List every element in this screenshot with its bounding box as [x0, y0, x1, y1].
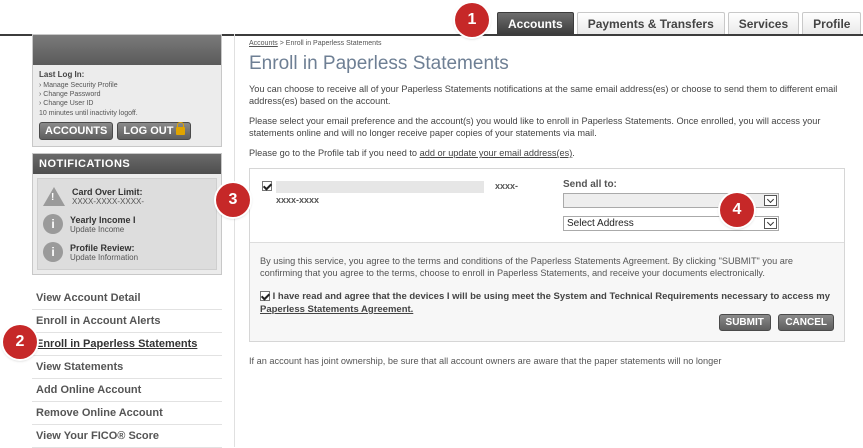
notifications-box: NOTIFICATIONS ! Card Over Limit: XXXX-XX… [32, 153, 222, 275]
tab-profile[interactable]: Profile [802, 12, 862, 34]
submit-button[interactable]: SUBMIT [718, 314, 771, 331]
cancel-button[interactable]: CANCEL [778, 314, 834, 331]
notification-title: Yearly Income I [70, 214, 136, 225]
step-badge-4: 4 [720, 193, 754, 227]
notification-card-over-limit[interactable]: ! Card Over Limit: XXXX-XXXX-XXXX- [38, 182, 216, 210]
tab-accounts[interactable]: Accounts [497, 12, 574, 34]
chevron-down-icon [764, 218, 777, 229]
change-user-id-link[interactable]: Change User ID [39, 99, 215, 108]
notifications-title: NOTIFICATIONS [33, 154, 221, 174]
lock-icon [176, 122, 186, 135]
notification-profile-review[interactable]: i Profile Review: Update Information [38, 238, 216, 266]
change-password-link[interactable]: Change Password [39, 90, 215, 99]
paperless-agreement-link[interactable]: Paperless Statements Agreement. [260, 304, 413, 315]
logout-label: LOG OUT [123, 125, 174, 137]
login-info-box: Last Log In: Manage Security Profile Cha… [32, 34, 222, 147]
agreement-checkbox[interactable] [260, 291, 270, 302]
sidebar-item-view-fico-score[interactable]: View Your FICO® Score [32, 425, 222, 448]
sidebar-divider [234, 34, 235, 447]
warning-icon: ! [43, 186, 65, 206]
logout-button[interactable]: LOG OUT [117, 122, 192, 140]
notification-yearly-income[interactable]: i Yearly Income I Update Income [38, 210, 216, 238]
account-name-redacted [276, 181, 484, 193]
manage-security-profile-link[interactable]: Manage Security Profile [39, 81, 215, 90]
sidebar: Last Log In: Manage Security Profile Cha… [32, 34, 222, 448]
intro-paragraph: You can choose to receive all of your Pa… [249, 84, 838, 106]
agreement-text: I have read and agree that the devices I… [272, 291, 831, 302]
sidebar-item-remove-online-account[interactable]: Remove Online Account [32, 402, 222, 425]
notification-sub: XXXX-XXXX-XXXX- [72, 196, 145, 206]
send-all-label: Send all to: [563, 179, 617, 190]
accounts-button[interactable]: ACCOUNTS [39, 122, 114, 140]
sidebar-item-view-account-detail[interactable]: View Account Detail [32, 287, 222, 310]
sidebar-nav: View Account Detail Enroll in Account Al… [32, 287, 222, 448]
profile-paragraph-text: Please go to the Profile tab if you need… [249, 148, 420, 158]
step-badge-1: 1 [455, 3, 489, 37]
terms-text: By using this service, you agree to the … [260, 256, 794, 278]
login-banner [33, 35, 221, 65]
info-icon: i [43, 242, 63, 262]
top-nav: Accounts Payments & Transfers Services P… [497, 12, 862, 34]
main-content: Accounts > Enroll in Paperless Statement… [249, 40, 849, 366]
info-icon: i [43, 214, 63, 234]
profile-paragraph: Please go to the Profile tab if you need… [249, 147, 849, 159]
account-selection: xxxx- xxxx-xxxx Send all to: Select Addr… [250, 169, 844, 243]
sidebar-item-enroll-paperless-statements[interactable]: Enroll in Paperless Statements [32, 333, 222, 356]
joint-ownership-note: If an account has joint ownership, be su… [249, 356, 722, 366]
breadcrumb-accounts-link[interactable]: Accounts [249, 40, 278, 47]
page-title: Enroll in Paperless Statements [249, 53, 509, 74]
breadcrumb-separator: > [279, 40, 284, 47]
notification-title: Card Over Limit: [72, 186, 143, 197]
breadcrumb-current: Enroll in Paperless Statements [285, 40, 382, 47]
notification-sub: Update Information [70, 252, 139, 262]
tab-services[interactable]: Services [727, 12, 800, 34]
last-login-label: Last Log In: [39, 70, 85, 79]
account-checkbox[interactable] [262, 181, 272, 191]
chevron-down-icon [764, 195, 777, 206]
breadcrumb: Accounts > Enroll in Paperless Statement… [249, 40, 849, 47]
notification-sub: Update Income [70, 224, 125, 234]
update-email-link[interactable]: add or update your email address(es) [420, 148, 573, 158]
inactivity-timeout: 10 minutes until inactivity logoff. [39, 110, 138, 117]
profile-paragraph-end: . [572, 148, 575, 158]
sidebar-item-add-online-account[interactable]: Add Online Account [32, 379, 222, 402]
address-select-value: Select Address [567, 218, 634, 229]
step-badge-2: 2 [3, 325, 37, 359]
sidebar-item-enroll-account-alerts[interactable]: Enroll in Account Alerts [32, 310, 222, 333]
sidebar-item-view-statements[interactable]: View Statements [32, 356, 222, 379]
enroll-panel: xxxx- xxxx-xxxx Send all to: Select Addr… [249, 168, 845, 342]
instructions-paragraph: Please select your email preference and … [249, 116, 821, 138]
account-number-mask: xxxx- [495, 181, 519, 191]
account-number-mask-cont: xxxx-xxxx [276, 195, 320, 205]
tab-payments-transfers[interactable]: Payments & Transfers [576, 12, 725, 34]
notification-title: Profile Review: [70, 242, 135, 253]
step-badge-3: 3 [216, 183, 250, 217]
